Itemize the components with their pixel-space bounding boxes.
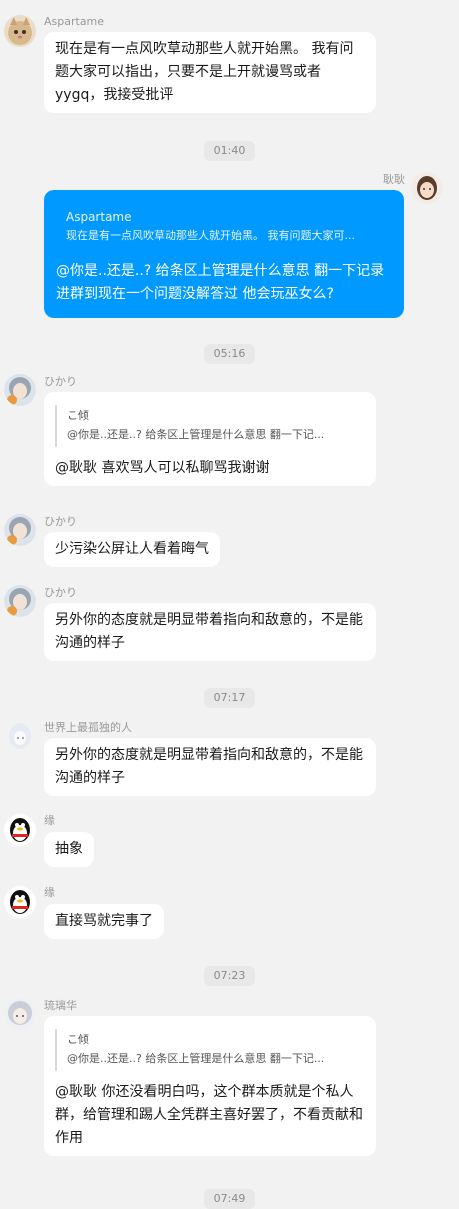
quoted-message[interactable]: こ倾 @你是..还是..? 给条区上管理是什么意思 翻一下记... xyxy=(55,1029,365,1071)
message-text: 现在是有一点风吹草动那些人就开始黑。 我有问题大家可以指出，只要不是上开就谩骂或… xyxy=(55,41,354,103)
sender-name: ひかり xyxy=(44,375,77,388)
timestamp: 07:23 xyxy=(0,964,459,986)
quoted-text: @你是..还是..? 给条区上管理是什么意思 翻一下记... xyxy=(67,1052,325,1065)
penguin-icon xyxy=(4,886,36,918)
message-text: 另外你的态度就是明显带着指向和敌意的，不是能沟通的样子 xyxy=(55,612,363,651)
anime-avatar-icon xyxy=(4,585,36,617)
white-hair-avatar-icon xyxy=(4,720,36,752)
message-bubble[interactable]: 另外你的态度就是明显带着指向和敌意的，不是能沟通的样子 xyxy=(44,738,376,796)
sender-name: ひかり xyxy=(44,586,77,599)
sender-name: 缘 xyxy=(44,814,55,827)
sender-name: 琉璃华 xyxy=(44,999,77,1012)
quoted-sender: こ倾 xyxy=(67,409,89,422)
message-bubble[interactable]: 少污染公屏让人看着晦气 xyxy=(44,532,220,567)
avatar-hikari[interactable] xyxy=(4,585,36,617)
timestamp: 07:49 xyxy=(0,1187,459,1209)
message-text: 少污染公屏让人看着晦气 xyxy=(55,541,209,557)
avatar-yuan[interactable] xyxy=(4,886,36,918)
sender-name: 耿耿 xyxy=(383,173,405,186)
silver-hair-avatar-icon xyxy=(4,998,36,1030)
message-bubble[interactable]: 另外你的态度就是明显带着指向和敌意的，不是能沟通的样子 xyxy=(44,603,376,661)
sender-name: Aspartame xyxy=(44,15,105,28)
quoted-sender: Aspartame xyxy=(66,210,132,224)
message-text: @耿耿 喜欢骂人可以私聊骂我谢谢 xyxy=(55,460,270,476)
avatar-gengeng[interactable] xyxy=(411,172,443,204)
message-bubble[interactable]: こ倾 @你是..还是..? 给条区上管理是什么意思 翻一下记... @耿耿 喜欢… xyxy=(44,392,376,486)
message-text: @你是..还是..? 给条区上管理是什么意思 翻一下记录 进群到现在一个问题没解… xyxy=(56,263,385,302)
anime-avatar-icon xyxy=(4,514,36,546)
message-bubble[interactable]: こ倾 @你是..还是..? 给条区上管理是什么意思 翻一下记... @耿耿 你还… xyxy=(44,1016,376,1156)
message-bubble[interactable]: 现在是有一点风吹草动那些人就开始黑。 我有问题大家可以指出，只要不是上开就谩骂或… xyxy=(44,32,376,113)
message-bubble[interactable]: 抽象 xyxy=(44,832,94,867)
sender-name: 世界上最孤独的人 xyxy=(44,721,132,734)
timestamp: 01:40 xyxy=(0,139,459,161)
avatar-hikari[interactable] xyxy=(4,374,36,406)
message-text: 直接骂就完事了 xyxy=(55,913,153,929)
quoted-text: @你是..还是..? 给条区上管理是什么意思 翻一下记... xyxy=(67,428,325,441)
message-bubble[interactable]: 直接骂就完事了 xyxy=(44,904,164,939)
message-bubble-own[interactable]: Aspartame 现在是有一点风吹草动那些人就开始黑。 我有问题大家可... … xyxy=(44,190,404,318)
sender-name: 缘 xyxy=(44,886,55,899)
message-text: 另外你的态度就是明显带着指向和敌意的，不是能沟通的样子 xyxy=(55,747,363,786)
girl-avatar-icon xyxy=(411,172,443,204)
quoted-sender: こ倾 xyxy=(67,1033,89,1046)
quoted-text: 现在是有一点风吹草动那些人就开始黑。 我有问题大家可... xyxy=(66,229,355,242)
timestamp: 07:17 xyxy=(0,686,459,708)
quoted-message[interactable]: こ倾 @你是..还是..? 给条区上管理是什么意思 翻一下记... xyxy=(55,405,365,447)
anime-avatar-icon xyxy=(4,374,36,406)
avatar-loneliest[interactable] xyxy=(4,720,36,752)
message-text: 抽象 xyxy=(55,841,83,857)
avatar-hikari[interactable] xyxy=(4,514,36,546)
cat-avatar-icon xyxy=(4,15,36,47)
quoted-message[interactable]: Aspartame 现在是有一点风吹草动那些人就开始黑。 我有问题大家可... xyxy=(56,206,392,248)
avatar-aspartame[interactable] xyxy=(4,15,36,47)
sender-name: ひかり xyxy=(44,515,77,528)
timestamp: 05:16 xyxy=(0,342,459,364)
avatar-yuan[interactable] xyxy=(4,814,36,846)
penguin-icon xyxy=(4,814,36,846)
avatar-liulihua[interactable] xyxy=(4,998,36,1030)
message-text: @耿耿 你还没看明白吗，这个群本质就是个私人群，给管理和踢人全凭群主喜好罢了，不… xyxy=(55,1084,363,1146)
